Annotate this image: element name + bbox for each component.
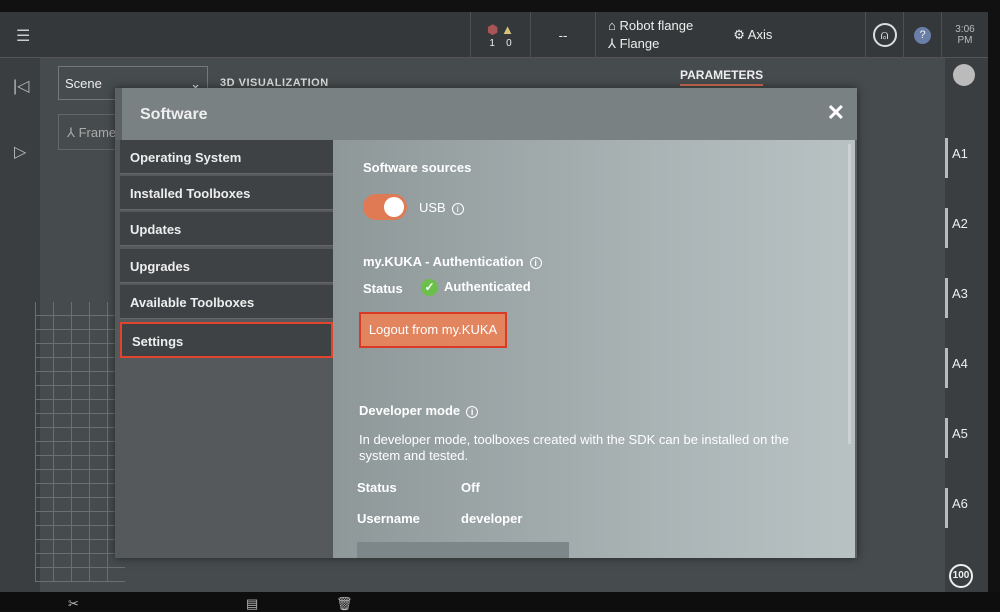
info-icon[interactable]: i bbox=[529, 257, 542, 269]
error-icon: ⬢ bbox=[486, 21, 499, 37]
warning-icon: ▲ bbox=[501, 21, 514, 37]
menu-operating-system[interactable]: Operating System bbox=[120, 140, 333, 174]
axis-a3[interactable]: A3 bbox=[945, 278, 988, 318]
check-circle-icon: ✓ bbox=[421, 279, 438, 296]
usb-label: USB bbox=[419, 200, 446, 215]
collapse-icon[interactable]: |◁ bbox=[13, 76, 29, 96]
override-badge[interactable]: 100 bbox=[949, 564, 973, 588]
error-count: 1 bbox=[489, 37, 495, 49]
frame-icon: ⅄ bbox=[608, 36, 616, 51]
3d-grid bbox=[35, 302, 125, 582]
axis-a2[interactable]: A2 bbox=[945, 208, 988, 248]
axis-a1[interactable]: A1 bbox=[945, 138, 988, 178]
menu-available-toolboxes[interactable]: Available Toolboxes bbox=[120, 285, 333, 319]
auth-status-label: Status bbox=[363, 281, 403, 296]
username-label: Username bbox=[357, 511, 420, 526]
warning-count: 0 bbox=[506, 37, 512, 49]
jog-mode-label: Axis bbox=[747, 27, 773, 42]
status-field[interactable]: -- bbox=[530, 12, 595, 58]
dev-heading: Developer mode bbox=[359, 403, 461, 418]
sources-heading: Software sources bbox=[363, 160, 472, 175]
top-bar: ☰ ⬢ ▲ 1 0 -- ⌂ Robot flange ⅄ Flange ⚙ A… bbox=[0, 12, 988, 58]
scrollbar[interactable] bbox=[848, 144, 851, 444]
help-button[interactable]: ? bbox=[903, 12, 941, 58]
user-icon: ⍝ bbox=[872, 23, 897, 47]
status-text: -- bbox=[558, 27, 568, 43]
trash-icon[interactable]: 🗑 bbox=[336, 596, 353, 612]
clock: 3:06 PM bbox=[941, 12, 988, 58]
tool-frame-selector[interactable]: ⌂ Robot flange ⅄ Flange ⚙ Axis bbox=[595, 12, 865, 58]
clock-ampm: PM bbox=[957, 35, 973, 46]
left-rail: |◁ ▷ bbox=[0, 58, 40, 592]
password-row bbox=[357, 542, 569, 558]
tab-parameters[interactable]: PARAMETERS bbox=[680, 68, 764, 86]
dev-status: Off bbox=[461, 480, 480, 495]
settings-panel: Software sources USB i my.KUKA - Authenti… bbox=[333, 140, 855, 558]
software-dialog: Software ✕ Operating System Installed To… bbox=[115, 88, 857, 558]
logout-button[interactable]: Logout from my.KUKA bbox=[359, 312, 507, 348]
menu-updates[interactable]: Updates bbox=[120, 212, 333, 246]
axis-rail: A1 A2 A3 A4 A5 A6 100 bbox=[945, 58, 988, 592]
hamburger-menu-icon[interactable]: ☰ bbox=[16, 26, 30, 46]
close-icon[interactable]: ✕ bbox=[827, 100, 845, 126]
axis-a4[interactable]: A4 bbox=[945, 348, 988, 388]
add-frame-icon: ⅄ bbox=[67, 125, 75, 140]
frame-button-label: Frame bbox=[78, 125, 117, 140]
axis-a5[interactable]: A5 bbox=[945, 418, 988, 458]
dialog-header: Software ✕ bbox=[122, 88, 857, 140]
scene-select-value: Scene bbox=[65, 76, 102, 91]
play-icon[interactable]: ▷ bbox=[14, 142, 26, 162]
menu-settings[interactable]: Settings bbox=[120, 322, 333, 358]
cut-icon[interactable]: ✂ bbox=[68, 596, 79, 612]
messages-indicator[interactable]: ⬢ ▲ 1 0 bbox=[470, 12, 530, 58]
axis-a6[interactable]: A6 bbox=[945, 488, 988, 528]
help-icon: ? bbox=[914, 26, 931, 44]
dialog-menu: Operating System Installed Toolboxes Upd… bbox=[115, 140, 333, 558]
usb-toggle[interactable] bbox=[363, 194, 407, 220]
flange-icon: ⌂ bbox=[608, 18, 616, 33]
auth-heading: my.KUKA - Authentication bbox=[363, 254, 524, 269]
auth-status: Authenticated bbox=[444, 279, 531, 294]
document-icon[interactable]: ▤ bbox=[246, 596, 258, 612]
dialog-title: Software bbox=[140, 106, 208, 123]
tool-label: Robot flange bbox=[619, 18, 694, 33]
user-button[interactable]: ⍝ bbox=[865, 12, 903, 58]
info-icon[interactable]: i bbox=[451, 203, 464, 215]
bottom-toolbar bbox=[0, 592, 1000, 611]
robot-icon[interactable] bbox=[953, 64, 975, 86]
frame-label: Flange bbox=[619, 36, 660, 51]
username-value: developer bbox=[461, 511, 523, 526]
screen: ☰ ⬢ ▲ 1 0 -- ⌂ Robot flange ⅄ Flange ⚙ A… bbox=[0, 12, 988, 592]
menu-upgrades[interactable]: Upgrades bbox=[120, 249, 333, 283]
clock-time: 3:06 bbox=[955, 24, 975, 35]
dev-status-label: Status bbox=[357, 480, 397, 495]
robot-arm-icon: ⚙ bbox=[733, 27, 745, 42]
dev-description: In developer mode, toolboxes created wit… bbox=[359, 432, 789, 463]
info-icon[interactable]: i bbox=[466, 406, 479, 418]
menu-installed-toolboxes[interactable]: Installed Toolboxes bbox=[120, 176, 333, 210]
